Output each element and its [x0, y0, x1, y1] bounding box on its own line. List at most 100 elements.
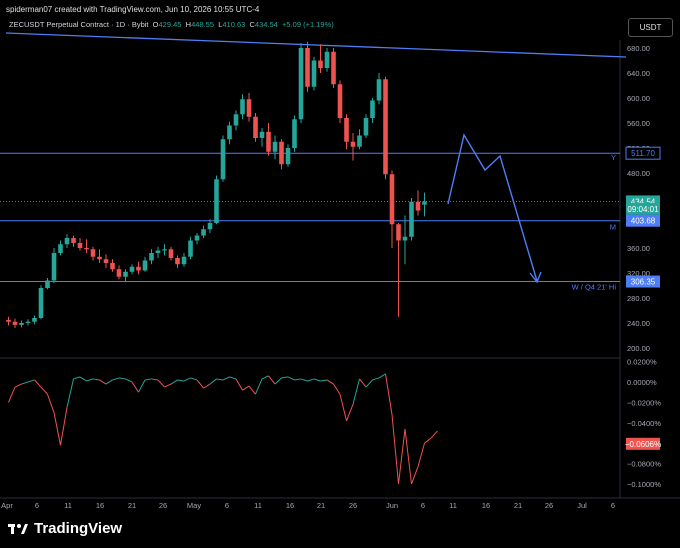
- candle-body: [6, 319, 11, 322]
- level-label: M: [610, 223, 616, 232]
- funding-segment: [300, 378, 308, 382]
- funding-last-value: −0.0606%: [625, 440, 661, 449]
- candle-body: [305, 48, 310, 87]
- price-tag-level: 306.35: [631, 278, 656, 287]
- funding-tick-label: −0.0800%: [627, 460, 661, 469]
- candle-body: [175, 258, 180, 265]
- candle-body: [402, 236, 408, 241]
- candle-countdown: 09:04:01: [627, 205, 659, 214]
- candle-body: [194, 235, 200, 241]
- candle-body: [227, 125, 232, 140]
- candle-body: [155, 250, 161, 253]
- date-tick-label: 11: [64, 501, 72, 510]
- funding-segment: [248, 385, 256, 395]
- candle-body: [123, 271, 128, 277]
- funding-segment: [274, 377, 282, 385]
- funding-segment: [66, 378, 74, 408]
- funding-segment: [287, 376, 295, 381]
- funding-segment: [53, 412, 61, 446]
- candle-body: [422, 201, 427, 205]
- funding-segment: [320, 379, 328, 382]
- funding-segment: [144, 378, 152, 381]
- funding-segment: [60, 407, 68, 446]
- candle-body: [12, 321, 18, 325]
- funding-segment: [411, 466, 419, 485]
- funding-segment: [333, 383, 341, 395]
- candle-body: [337, 84, 343, 118]
- date-tick-label: 26: [349, 501, 357, 510]
- funding-segment: [40, 386, 48, 395]
- candle-body: [259, 131, 265, 138]
- funding-segment: [313, 378, 321, 382]
- candle-body: [298, 48, 304, 120]
- funding-segment: [34, 379, 42, 388]
- candle-body: [311, 60, 317, 87]
- funding-segment: [268, 375, 276, 385]
- funding-segment: [352, 378, 360, 405]
- funding-segment: [430, 430, 438, 439]
- candle-body: [45, 280, 50, 288]
- candle-body: [129, 266, 135, 272]
- candle-body: [84, 248, 89, 250]
- candle-body: [266, 131, 271, 152]
- candle-body: [253, 116, 258, 138]
- funding-segment: [99, 379, 107, 385]
- date-tick-label: 16: [482, 501, 490, 510]
- funding-segment: [164, 383, 172, 388]
- candle-body: [103, 259, 109, 263]
- candle-body: [51, 253, 57, 281]
- funding-segment: [131, 381, 139, 393]
- funding-segment: [365, 379, 373, 388]
- funding-segment: [242, 385, 250, 391]
- candle-body: [246, 99, 252, 117]
- candle-body: [149, 253, 154, 261]
- funding-segment: [307, 378, 315, 382]
- candle-body: [350, 141, 356, 147]
- date-tick-label: 6: [225, 501, 229, 510]
- candle-body: [272, 141, 278, 152]
- funding-segment: [118, 377, 126, 380]
- brand-name: TradingView: [34, 520, 123, 537]
- date-tick-label: 6: [611, 501, 615, 510]
- candle-body: [181, 256, 187, 265]
- candle-body: [389, 174, 395, 225]
- candle-body: [142, 260, 148, 271]
- funding-segment: [346, 404, 354, 421]
- date-tick-label: 21: [514, 501, 522, 510]
- funding-tick-label: 0.0200%: [627, 358, 657, 367]
- funding-segment: [424, 437, 432, 444]
- candle-body: [324, 51, 330, 68]
- candle-body: [201, 229, 206, 236]
- level-label: Y: [611, 153, 616, 162]
- candle-body: [279, 141, 284, 165]
- candle-body: [162, 249, 167, 251]
- candle-body: [233, 114, 239, 126]
- candle-body: [77, 243, 83, 248]
- price-tag-level: 403.68: [631, 217, 656, 226]
- funding-segment: [229, 376, 237, 380]
- candle-body: [19, 323, 24, 325]
- funding-segment: [112, 377, 120, 381]
- funding-segment: [105, 379, 113, 385]
- funding-segment: [138, 379, 146, 393]
- price-tick-label: 680.00: [627, 44, 650, 53]
- candle-body: [136, 266, 141, 271]
- funding-segment: [177, 379, 185, 382]
- funding-tick-label: −0.0200%: [627, 398, 661, 407]
- candle-body: [168, 249, 174, 258]
- funding-segment: [14, 383, 22, 388]
- price-chart[interactable]: Y M W / Q4 21' Hi 680.00 640.00 600.00 560.00…: [0, 0, 680, 548]
- funding-segment: [196, 379, 204, 389]
- candle-body: [318, 60, 323, 68]
- funding-segment: [378, 373, 386, 379]
- funding-segment: [8, 386, 16, 403]
- candle-body: [285, 148, 291, 165]
- candle-body: [90, 249, 96, 257]
- candle-body: [370, 100, 375, 118]
- funding-segment: [157, 379, 165, 388]
- date-tick-label: 21: [317, 501, 325, 510]
- candle-body: [409, 201, 414, 237]
- candle-body: [331, 51, 336, 85]
- date-tick-label: 16: [286, 501, 294, 510]
- tradingview-logo[interactable]: TradingView: [8, 520, 122, 537]
